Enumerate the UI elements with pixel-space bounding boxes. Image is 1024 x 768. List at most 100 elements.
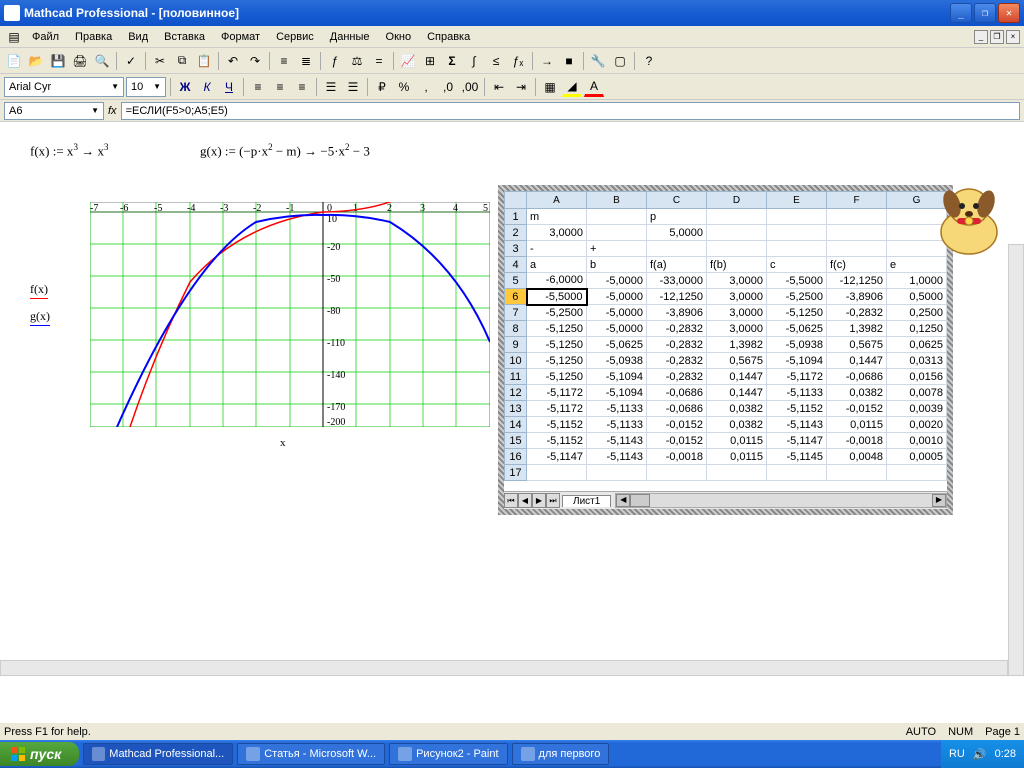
borders-icon[interactable]: ▦ [540, 77, 560, 97]
fill-color-icon[interactable]: ◢ [562, 77, 582, 97]
excel-embed[interactable]: ABCDEFG 1mp23,00005,00003-+4abf(a)f(b)cf… [498, 185, 953, 515]
doc-restore-button[interactable]: ❐ [990, 30, 1004, 44]
tray-clock[interactable]: 0:28 [995, 748, 1016, 760]
table-row[interactable]: 9-5,1250-5,0625-0,28321,3982-5,09380,567… [505, 337, 947, 353]
copy-icon[interactable]: ⧉ [172, 51, 192, 71]
units-icon[interactable]: ⚖ [347, 51, 367, 71]
taskbar-item[interactable]: для первого [512, 743, 610, 765]
col-F[interactable]: F [827, 192, 887, 209]
tab-last-icon[interactable]: ⏭ [546, 493, 560, 508]
table-row[interactable]: 16-5,1147-5,1143-0,00180,0115-5,11450,00… [505, 449, 947, 465]
bullets-icon[interactable]: ☰ [321, 77, 341, 97]
table-row[interactable]: 7-5,2500-5,0000-3,89063,0000-5,1250-0,28… [505, 305, 947, 321]
font-color-icon[interactable]: A [584, 77, 604, 97]
spellcheck-icon[interactable]: ✓ [121, 51, 141, 71]
taskbar-item[interactable]: Статья - Microsoft W... [237, 743, 385, 765]
table-row[interactable]: 11-5,1250-5,1094-0,28320,1447-5,1172-0,0… [505, 369, 947, 385]
cut-icon[interactable]: ✂ [150, 51, 170, 71]
symbolic-icon[interactable]: ■ [559, 51, 579, 71]
italic-icon[interactable]: К [197, 77, 217, 97]
open-icon[interactable]: 📂 [26, 51, 46, 71]
menu-Окно[interactable]: Окно [378, 29, 420, 45]
col-E[interactable]: E [767, 192, 827, 209]
matrix-icon[interactable]: ⊞ [420, 51, 440, 71]
percent-icon[interactable]: % [394, 77, 414, 97]
print-icon[interactable]: 🖨 [70, 51, 90, 71]
menu-Вставка[interactable]: Вставка [156, 29, 213, 45]
tab-first-icon[interactable]: ⏮ [504, 493, 518, 508]
equation-f[interactable]: f(x) := x3 → x3 [30, 142, 108, 159]
undo-icon[interactable]: ↶ [223, 51, 243, 71]
table-row[interactable]: 13-5,1172-5,1133-0,06860,0382-5,1152-0,0… [505, 401, 947, 417]
menu-Формат[interactable]: Формат [213, 29, 268, 45]
table-row[interactable]: 12-5,1172-5,1094-0,06860,1447-5,11330,03… [505, 385, 947, 401]
table-row[interactable]: 17 [505, 465, 947, 481]
maximize-button[interactable]: ❐ [974, 3, 996, 23]
excel-table[interactable]: ABCDEFG 1mp23,00005,00003-+4abf(a)f(b)cf… [504, 191, 947, 481]
fx-icon[interactable]: ƒ [325, 51, 345, 71]
cell-reference-box[interactable]: A6▼ [4, 102, 104, 120]
less-icon[interactable]: ≤ [486, 51, 506, 71]
table-row[interactable]: 8-5,1250-5,0000-0,28323,0000-5,06251,398… [505, 321, 947, 337]
worksheet[interactable]: f(x) := x3 → x3 g(x) := (−p·x2 − m) → −5… [0, 122, 1024, 722]
currency-icon[interactable]: ₽ [372, 77, 392, 97]
menu-Сервис[interactable]: Сервис [268, 29, 322, 45]
excel-hscroll[interactable]: ◀ ▶ [615, 493, 947, 508]
indent-dec-icon[interactable]: ⇤ [489, 77, 509, 97]
start-button[interactable]: пуск [0, 742, 79, 766]
taskbar-item[interactable]: Mathcad Professional... [83, 743, 233, 765]
table-row[interactable]: 6-5,5000-5,0000-12,12503,0000-5,2500-3,8… [505, 289, 947, 305]
doc-close-button[interactable]: × [1006, 30, 1020, 44]
graph-icon[interactable]: 📈 [398, 51, 418, 71]
table-row[interactable]: 14-5,1152-5,1133-0,01520,0382-5,11430,01… [505, 417, 947, 433]
col-B[interactable]: B [587, 192, 647, 209]
fx2-icon[interactable]: ƒₓ [508, 51, 528, 71]
indent-inc-icon[interactable]: ⇥ [511, 77, 531, 97]
preview-icon[interactable]: 🔍 [92, 51, 112, 71]
tab-prev-icon[interactable]: ◀ [518, 493, 532, 508]
menu-Вид[interactable]: Вид [120, 29, 156, 45]
comma-icon[interactable]: , [416, 77, 436, 97]
calc-icon[interactable]: = [369, 51, 389, 71]
col-C[interactable]: C [647, 192, 707, 209]
size-combo[interactable]: 10▼ [126, 77, 166, 97]
sheet-tab[interactable]: Лист1 [562, 495, 611, 507]
font-combo[interactable]: Arial Cyr▼ [4, 77, 124, 97]
menu-Файл[interactable]: Файл [24, 29, 67, 45]
help-icon[interactable]: ? [639, 51, 659, 71]
table-row[interactable]: 15-5,1152-5,1143-0,01520,0115-5,1147-0,0… [505, 433, 947, 449]
col-A[interactable]: A [527, 192, 587, 209]
formula-input[interactable]: =ЕСЛИ(F5>0;A5;E5) [121, 102, 1020, 120]
dec-dec-icon[interactable]: ,00 [460, 77, 480, 97]
table-row[interactable]: 1mp [505, 209, 947, 225]
horizontal-scrollbar[interactable] [0, 660, 1008, 676]
equation-g[interactable]: g(x) := (−p·x2 − m) → −5·x2 − 3 [200, 142, 370, 159]
align-icon[interactable]: ≡ [274, 51, 294, 71]
col-D[interactable]: D [707, 192, 767, 209]
table-row[interactable]: 10-5,1250-5,0938-0,28320,5675-5,10940,14… [505, 353, 947, 369]
align-right-icon[interactable]: ≡ [292, 77, 312, 97]
component-icon[interactable]: 🔧 [588, 51, 608, 71]
assistant-dog-icon[interactable] [924, 172, 1014, 262]
redo-icon[interactable]: ↷ [245, 51, 265, 71]
table-row[interactable]: 5-6,0000-5,0000-33,00003,0000-5,5000-12,… [505, 273, 947, 289]
table-row[interactable]: 3-+ [505, 241, 947, 257]
new-icon[interactable]: 📄 [4, 51, 24, 71]
tray-lang[interactable]: RU [949, 748, 965, 760]
doc-minimize-button[interactable]: _ [974, 30, 988, 44]
taskbar-item[interactable]: Рисунок2 - Paint [389, 743, 507, 765]
region-icon[interactable]: ▢ [610, 51, 630, 71]
minimize-button[interactable]: _ [950, 3, 972, 23]
vertical-scrollbar[interactable] [1008, 244, 1024, 676]
tray-volume-icon[interactable]: 🔊 [973, 748, 987, 761]
eval-icon[interactable]: → [537, 51, 557, 71]
align-center-icon[interactable]: ≡ [270, 77, 290, 97]
align2-icon[interactable]: ≣ [296, 51, 316, 71]
menu-Справка[interactable]: Справка [419, 29, 478, 45]
table-row[interactable]: 23,00005,0000 [505, 225, 947, 241]
sum-icon[interactable]: Σ [442, 51, 462, 71]
tab-next-icon[interactable]: ▶ [532, 493, 546, 508]
menu-Данные[interactable]: Данные [322, 29, 378, 45]
paste-icon[interactable]: 📋 [194, 51, 214, 71]
save-icon[interactable]: 💾 [48, 51, 68, 71]
